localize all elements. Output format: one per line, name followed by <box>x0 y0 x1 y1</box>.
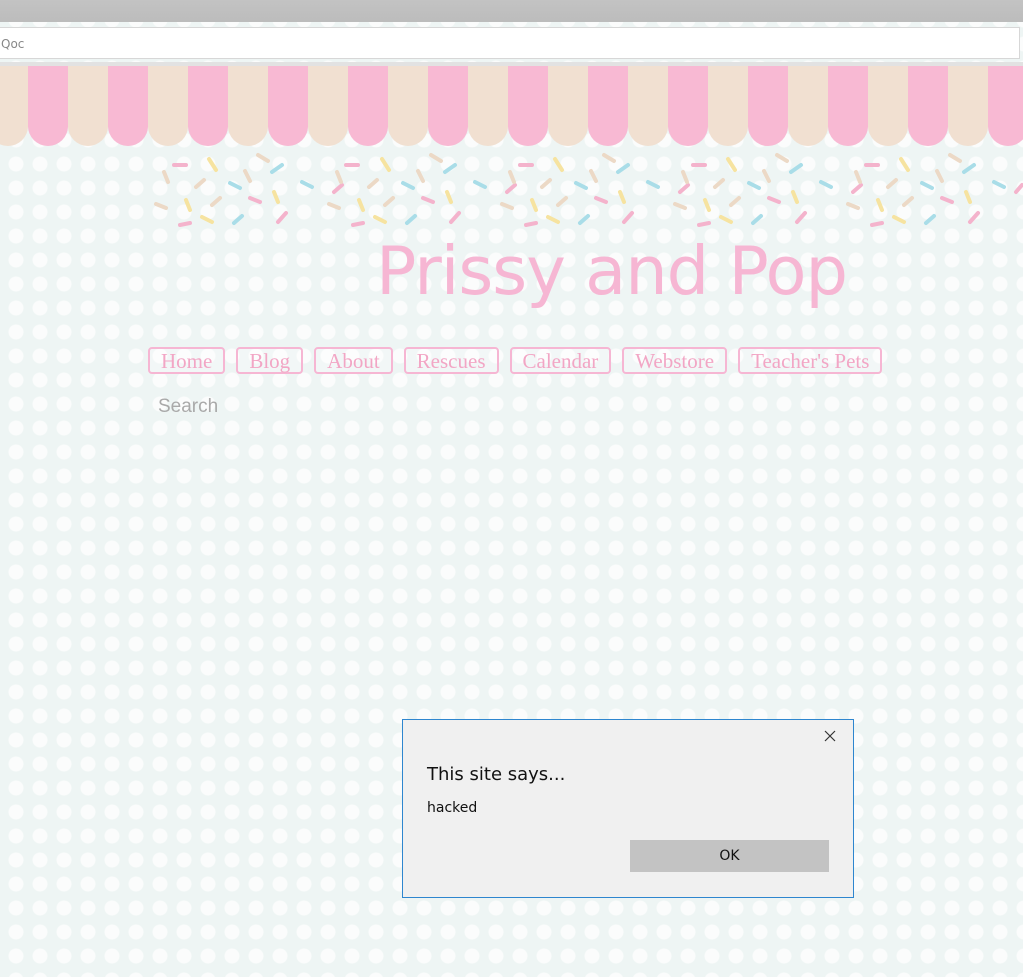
site-title: Prissy and Pop <box>376 232 848 310</box>
ok-button[interactable]: OK <box>630 840 829 872</box>
address-text: Qoc <box>1 37 25 51</box>
nav-item-calendar[interactable]: Calendar <box>509 347 612 374</box>
nav-item-blog[interactable]: Blog <box>236 347 304 374</box>
sprinkles-decoration <box>154 153 1023 227</box>
main-nav: Home Blog About Rescues Calendar Webstor… <box>148 347 883 374</box>
search-input[interactable] <box>158 394 358 420</box>
nav-item-home[interactable]: Home <box>148 347 226 374</box>
awning-banner <box>0 66 1023 148</box>
address-bar[interactable]: Qoc <box>0 27 1020 59</box>
dialog-title: This site says... <box>427 764 566 785</box>
browser-top-chrome <box>0 0 1023 22</box>
close-icon[interactable] <box>823 729 837 743</box>
nav-item-rescues[interactable]: Rescues <box>403 347 499 374</box>
alert-dialog: This site says... hacked OK <box>402 719 854 898</box>
nav-item-teachers-pets[interactable]: Teacher's Pets <box>738 347 883 374</box>
nav-item-about[interactable]: About <box>314 347 393 374</box>
nav-item-webstore[interactable]: Webstore <box>622 347 728 374</box>
dialog-message: hacked <box>427 800 478 816</box>
